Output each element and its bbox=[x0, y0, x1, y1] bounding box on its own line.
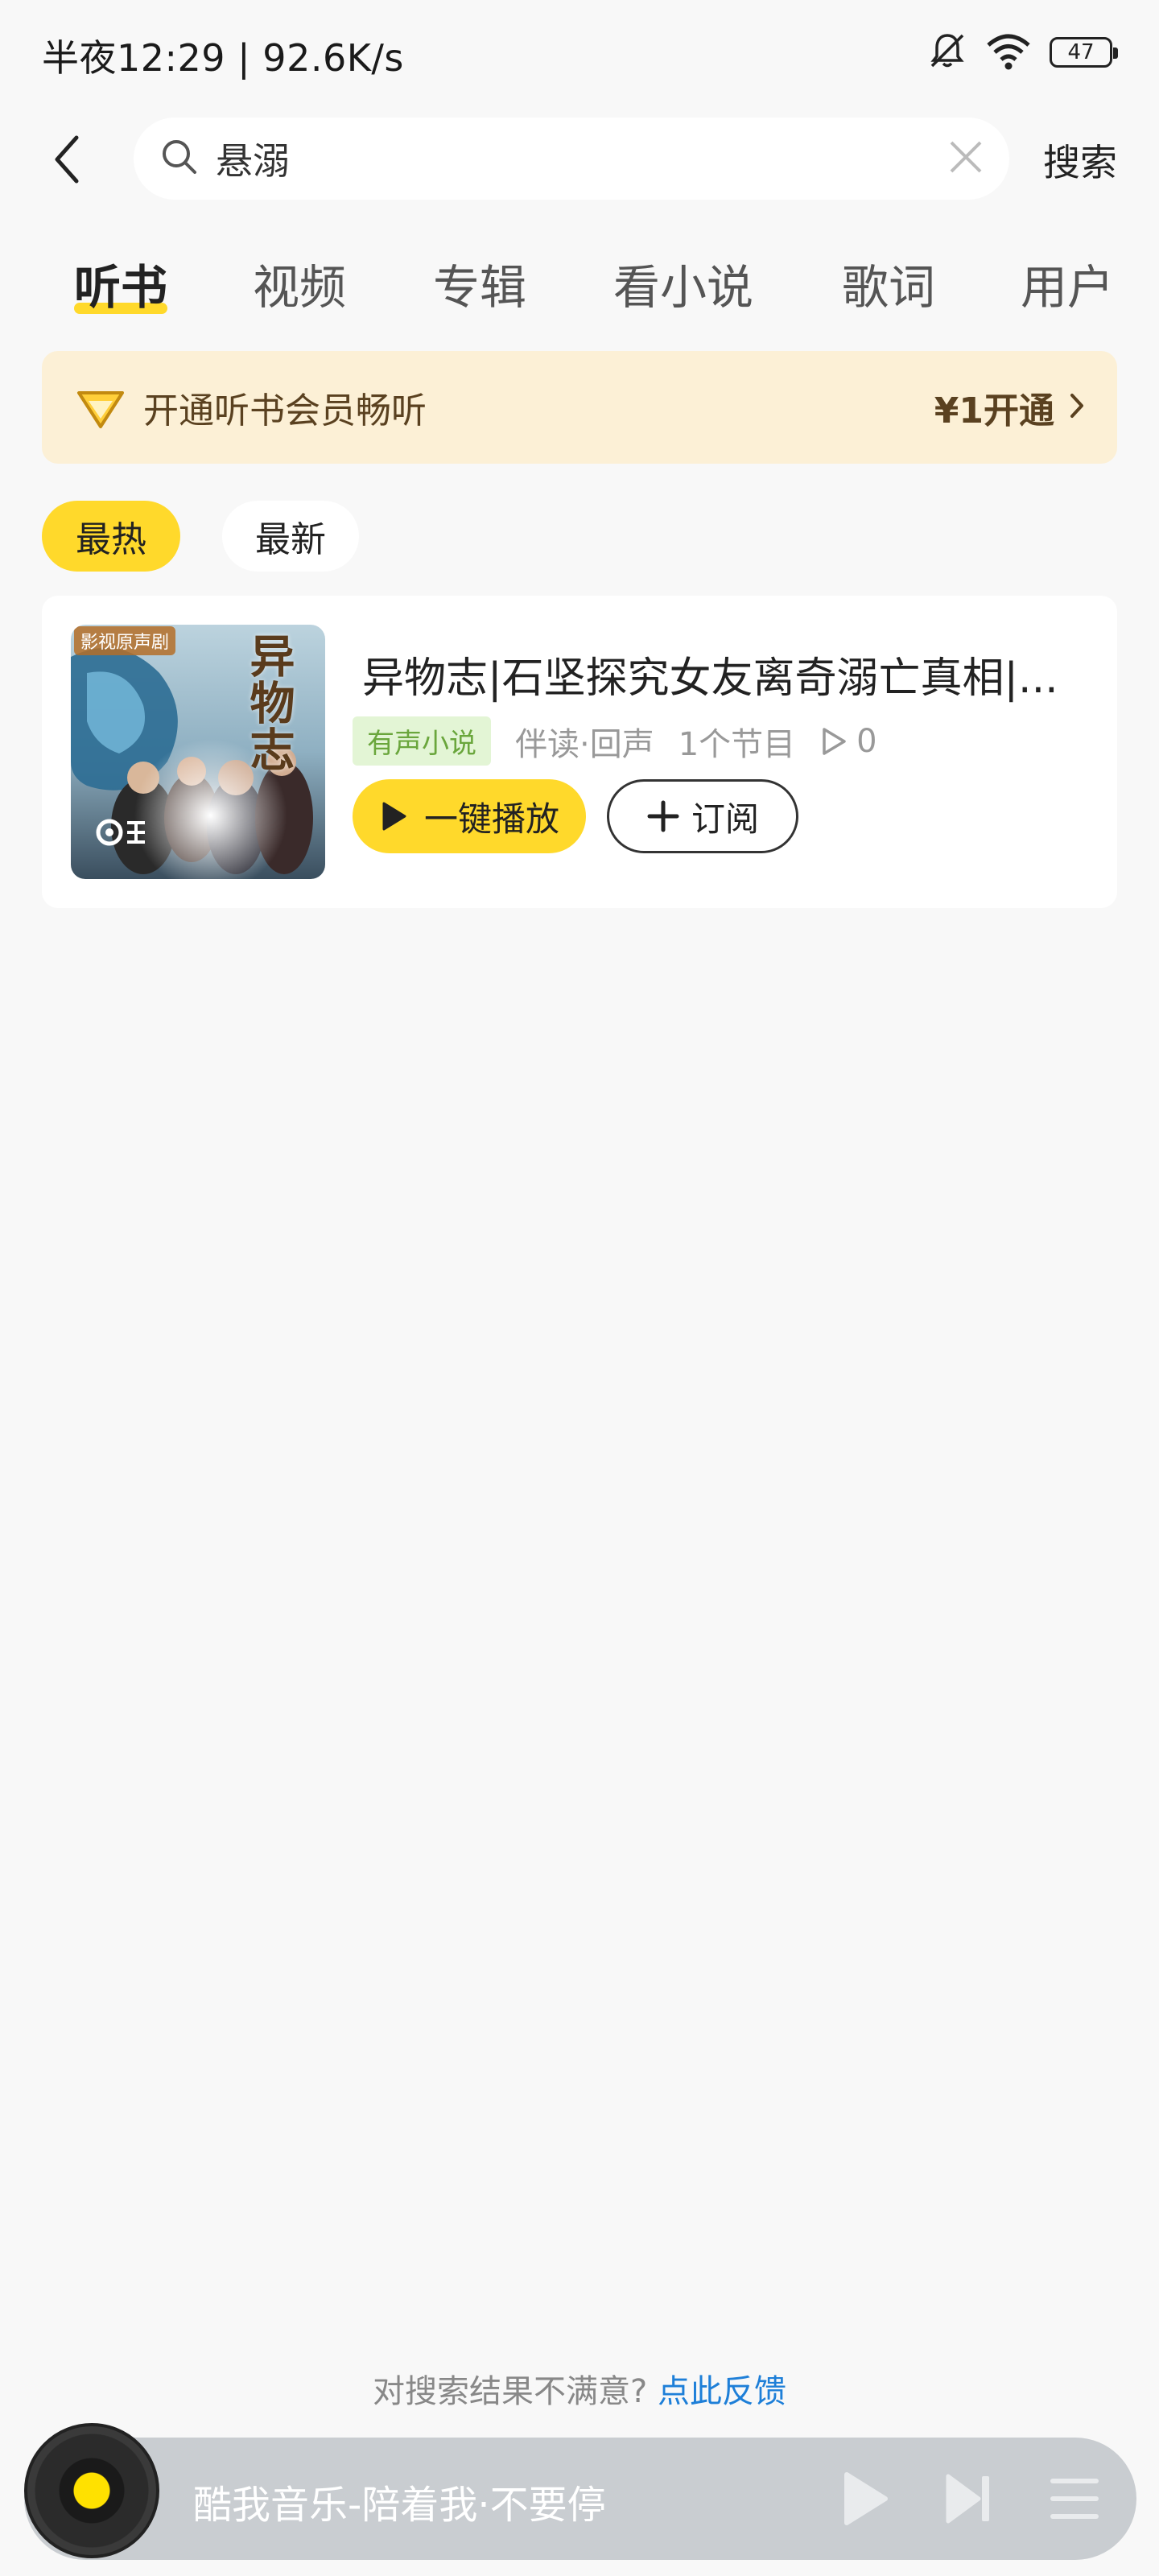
sort-new-chip[interactable]: 最新 bbox=[222, 501, 359, 572]
play-icon bbox=[844, 2472, 888, 2525]
playlist-button[interactable] bbox=[1046, 2468, 1103, 2533]
search-icon bbox=[159, 137, 200, 180]
tab-users[interactable]: 用户 bbox=[1021, 250, 1114, 317]
tab-label: 听书 bbox=[74, 260, 168, 315]
status-icons: 47 bbox=[927, 31, 1118, 74]
tab-novel[interactable]: 看小说 bbox=[613, 250, 753, 317]
play-all-button[interactable]: 一键播放 bbox=[353, 779, 586, 853]
type-badge: 有声小说 bbox=[353, 716, 491, 766]
feedback-text: 对搜索结果不满意? bbox=[373, 2373, 648, 2410]
status-time-speed: 半夜12:29 | 92.6K/s bbox=[42, 36, 404, 80]
play-icon bbox=[382, 802, 406, 831]
result-meta: 有声小说 伴读·回声 1个节目 0 bbox=[353, 716, 877, 766]
status-bar: 半夜12:29 | 92.6K/s 47 bbox=[0, 0, 1159, 105]
wifi-icon bbox=[985, 31, 1032, 74]
subscribe-label: 订阅 bbox=[691, 799, 759, 839]
play-count-value: 0 bbox=[856, 722, 877, 760]
diamond-icon bbox=[74, 382, 127, 433]
vip-price: ¥1开通 bbox=[934, 390, 1054, 431]
cover-logo bbox=[95, 816, 151, 857]
chevron-right-icon bbox=[1069, 392, 1085, 423]
vip-banner[interactable]: 开通听书会员畅听 ¥1开通 bbox=[42, 351, 1117, 464]
play-button[interactable] bbox=[837, 2468, 893, 2533]
search-box[interactable] bbox=[134, 118, 1009, 200]
tab-album[interactable]: 专辑 bbox=[433, 250, 526, 317]
tab-lyrics[interactable]: 歌词 bbox=[842, 250, 935, 317]
bell-muted-icon bbox=[927, 31, 967, 74]
vip-banner-text: 开通听书会员畅听 bbox=[143, 390, 427, 431]
feedback-line: 对搜索结果不满意? 点此反馈 bbox=[0, 2365, 1159, 2412]
back-button[interactable] bbox=[39, 127, 95, 192]
play-all-label: 一键播放 bbox=[423, 799, 559, 839]
sort-hot-chip[interactable]: 最热 bbox=[42, 501, 180, 572]
search-input[interactable] bbox=[216, 137, 948, 180]
episode-count: 1个节目 bbox=[678, 725, 796, 763]
play-count: 0 bbox=[819, 722, 877, 760]
mini-player[interactable]: 酷我音乐-陪着我·不要停 bbox=[24, 2423, 1136, 2560]
album-disc-icon[interactable] bbox=[24, 2423, 159, 2558]
cover-tag: 影视原声剧 bbox=[74, 626, 176, 655]
tab-audiobook[interactable]: 听书 bbox=[74, 250, 168, 317]
cover-title: 异物志 bbox=[242, 633, 295, 773]
subscribe-button[interactable]: 订阅 bbox=[607, 779, 798, 853]
voice-label: 伴读·回声 bbox=[515, 725, 654, 763]
tab-video[interactable]: 视频 bbox=[253, 250, 346, 317]
playlist-icon bbox=[1050, 2479, 1099, 2519]
feedback-link[interactable]: 点此反馈 bbox=[658, 2373, 786, 2410]
plus-icon bbox=[647, 800, 679, 832]
track-title[interactable]: 酷我音乐-陪着我·不要停 bbox=[193, 2473, 606, 2529]
result-title[interactable]: 异物志|石坚探究女友离奇溺亡真相|... bbox=[362, 644, 1087, 704]
cover-image[interactable]: 影视原声剧 异物志 bbox=[71, 625, 325, 879]
chevron-left-icon bbox=[55, 135, 79, 184]
play-outline-icon bbox=[823, 727, 846, 755]
battery-level: 47 bbox=[1067, 40, 1095, 64]
category-tabs: 听书 视频 专辑 看小说 歌词 用户 bbox=[0, 242, 1159, 322]
next-button[interactable] bbox=[942, 2468, 998, 2533]
result-card[interactable]: 影视原声剧 异物志 异物志|石坚探究女友离奇溺亡真相|... 有声小说 伴读·回… bbox=[42, 596, 1117, 908]
clear-icon[interactable] bbox=[948, 139, 984, 178]
search-button[interactable]: 搜索 bbox=[1043, 134, 1117, 187]
skip-next-icon bbox=[946, 2474, 989, 2524]
battery-indicator: 47 bbox=[1050, 37, 1118, 68]
